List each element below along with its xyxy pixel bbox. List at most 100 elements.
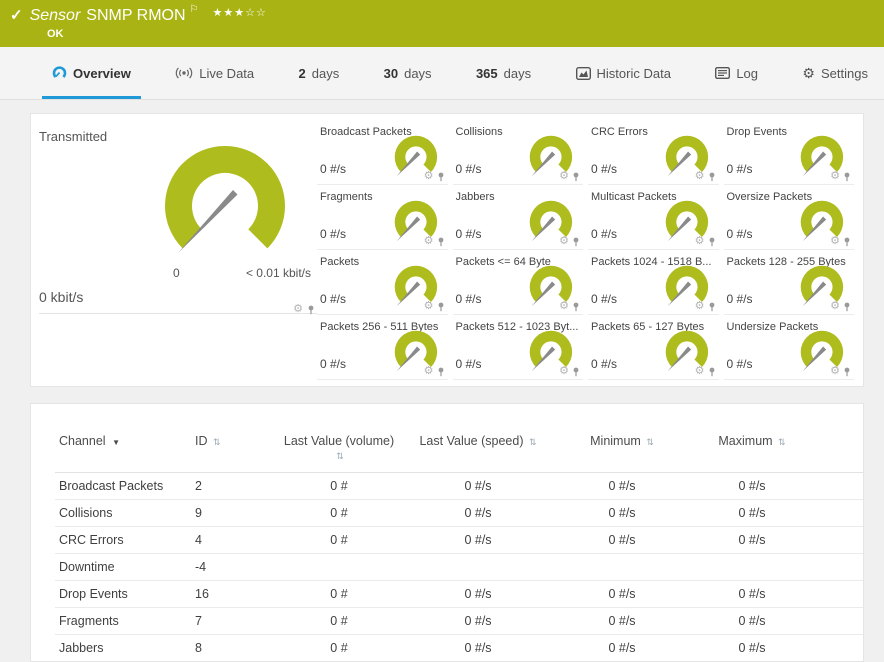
tab-live-data[interactable]: Live Data [165, 47, 264, 99]
main-gauge-value: 0 kbit/s [39, 289, 84, 305]
tab-30-days[interactable]: 30 days [374, 47, 442, 99]
gear-icon[interactable]: ⚙ [830, 236, 840, 247]
pin-icon[interactable] [708, 367, 716, 377]
pin-icon[interactable] [572, 172, 580, 182]
pin-icon[interactable] [437, 367, 445, 377]
gauge-tile-packets-512-1023[interactable]: Packets 512 - 1023 Byt... 0 #/s ⚙ [452, 315, 583, 380]
gear-icon[interactable]: ⚙ [424, 301, 434, 312]
column-header-minimum[interactable]: Minimum ⇅ [557, 430, 687, 473]
gauge-tile-drop-events[interactable]: Drop Events 0 #/s ⚙ [723, 120, 854, 185]
gauge-tile-broadcast-packets[interactable]: Broadcast Packets 0 #/s ⚙ [317, 120, 448, 185]
gauge-tile-packets-1024-1518[interactable]: Packets 1024 - 1518 B... 0 #/s ⚙ [588, 250, 719, 315]
gauge-label: Fragments [320, 191, 373, 203]
gauge-tile-undersize-packets[interactable]: Undersize Packets 0 #/s ⚙ [723, 315, 854, 380]
gauge-value: 0 #/s [320, 292, 347, 306]
gauge-value: 0 #/s [455, 292, 482, 306]
gear-icon[interactable]: ⚙ [559, 171, 569, 182]
sort-icon: ⇅ [528, 437, 537, 447]
main-gauge-tile: Transmitted 0 < 0.01 kbit/s 0 kbit/s ⚙ [39, 120, 317, 315]
column-header-channel[interactable]: Channel ▼ [55, 430, 191, 473]
channels-table: Channel ▼ ID ⇅ Last Value (volume) ⇅ Las… [55, 430, 863, 661]
gauge-tile-crc-errors[interactable]: CRC Errors 0 #/s ⚙ [588, 120, 719, 185]
main-gauge-dial: 0 < 0.01 kbit/s [139, 134, 311, 280]
gear-icon[interactable]: ⚙ [695, 236, 705, 247]
tab-2-days[interactable]: 2 days [289, 47, 350, 99]
gear-icon[interactable]: ⚙ [695, 171, 705, 182]
gauge-tile-packets[interactable]: Packets 0 #/s ⚙ [317, 250, 448, 315]
tab-log[interactable]: Log [705, 47, 768, 99]
gauge-tile-packets-128-255[interactable]: Packets 128 - 255 Bytes 0 #/s ⚙ [723, 250, 854, 315]
tab-historic-data[interactable]: Historic Data [566, 47, 681, 99]
live-signal-icon [175, 67, 193, 79]
column-header-id[interactable]: ID ⇅ [191, 430, 279, 473]
gauge-tile-oversize-packets[interactable]: Oversize Packets 0 #/s ⚙ [723, 185, 854, 250]
gauge-value: 0 #/s [455, 357, 482, 371]
gear-icon[interactable]: ⚙ [559, 236, 569, 247]
cell-last-value-volume: 0 # [279, 499, 399, 527]
gear-icon[interactable]: ⚙ [424, 366, 434, 377]
gear-icon[interactable]: ⚙ [424, 171, 434, 182]
pin-icon[interactable] [708, 237, 716, 247]
cell-last-value-volume: 0 # [279, 526, 399, 554]
pin-icon[interactable] [843, 172, 851, 182]
gauge-value: 0 #/s [726, 162, 753, 176]
gauge-tile-fragments[interactable]: Fragments 0 #/s ⚙ [317, 185, 448, 250]
gear-icon[interactable]: ⚙ [559, 301, 569, 312]
sensor-type-label: Sensor [29, 7, 81, 24]
pin-icon[interactable] [708, 172, 716, 182]
pin-icon[interactable] [843, 302, 851, 312]
gear-icon[interactable]: ⚙ [830, 366, 840, 377]
pin-icon[interactable] [437, 302, 445, 312]
table-row-downtime: Downtime -4 [55, 553, 863, 581]
column-header-maximum[interactable]: Maximum ⇅ [687, 430, 817, 473]
tab-overview[interactable]: Overview [42, 47, 141, 99]
cell-minimum: 0 #/s [557, 472, 687, 500]
gauge-tile-multicast-packets[interactable]: Multicast Packets 0 #/s ⚙ [588, 185, 719, 250]
column-header-last-value-speed[interactable]: Last Value (speed) ⇅ [399, 430, 557, 473]
cell-channel: Fragments [55, 607, 191, 635]
gear-icon[interactable]: ⚙ [559, 366, 569, 377]
gauge-tile-packets-65-127[interactable]: Packets 65 - 127 Bytes 0 #/s ⚙ [588, 315, 719, 380]
cell-channel: Drop Events [55, 580, 191, 608]
gear-icon[interactable]: ⚙ [695, 366, 705, 377]
flag-icon[interactable]: ⚐ [190, 5, 199, 15]
gear-icon[interactable]: ⚙ [830, 171, 840, 182]
gauge-tile-jabbers[interactable]: Jabbers 0 #/s ⚙ [452, 185, 583, 250]
gear-icon[interactable]: ⚙ [695, 301, 705, 312]
cell-maximum: 0 #/s [687, 580, 817, 608]
gauge-label: Packets [320, 256, 360, 268]
gear-icon[interactable]: ⚙ [830, 301, 840, 312]
table-row-crc-errors: CRC Errors 4 0 # 0 #/s 0 #/s 0 #/s [55, 526, 863, 554]
pin-icon[interactable] [572, 367, 580, 377]
gear-icon[interactable]: ⚙ [293, 304, 303, 315]
pin-icon[interactable] [708, 302, 716, 312]
tab-365-days[interactable]: 365 days [466, 47, 541, 99]
pin-icon[interactable] [843, 237, 851, 247]
cell-last-value-speed: 0 #/s [399, 499, 557, 527]
gauge-tile-packets-le-64-byte[interactable]: Packets <= 64 Byte 0 #/s ⚙ [452, 250, 583, 315]
pin-icon[interactable] [843, 367, 851, 377]
pin-icon[interactable] [437, 237, 445, 247]
sort-desc-icon: ▼ [112, 438, 120, 447]
gauge-tile-collisions[interactable]: Collisions 0 #/s ⚙ [452, 120, 583, 185]
pin-icon[interactable] [307, 305, 315, 315]
table-row-jabbers: Jabbers 8 0 # 0 #/s 0 #/s 0 #/s [55, 634, 863, 661]
cell-last-value-volume: 0 # [279, 607, 399, 635]
gear-icon[interactable]: ⚙ [424, 236, 434, 247]
cell-channel: Downtime [55, 553, 191, 581]
tab-label: Settings [820, 65, 868, 81]
priority-stars[interactable]: ★★★☆☆ [213, 6, 267, 19]
pin-icon[interactable] [572, 237, 580, 247]
tab-settings[interactable]: ⚙ Settings [792, 47, 878, 99]
tab-label: days [503, 65, 532, 81]
tab-label: Overview [73, 65, 131, 81]
gauge-tile-packets-256-511[interactable]: Packets 256 - 511 Bytes 0 #/s ⚙ [317, 315, 448, 380]
column-header-last-value-volume[interactable]: Last Value (volume) ⇅ [279, 430, 399, 473]
cell-last-value-volume: 0 # [279, 634, 399, 661]
tab-number: 365 [475, 65, 498, 81]
cell-last-value-volume [279, 553, 399, 581]
pin-icon[interactable] [572, 302, 580, 312]
pin-icon[interactable] [437, 172, 445, 182]
cell-last-value-speed [399, 553, 557, 581]
ok-check-icon: ✓ [10, 7, 23, 24]
